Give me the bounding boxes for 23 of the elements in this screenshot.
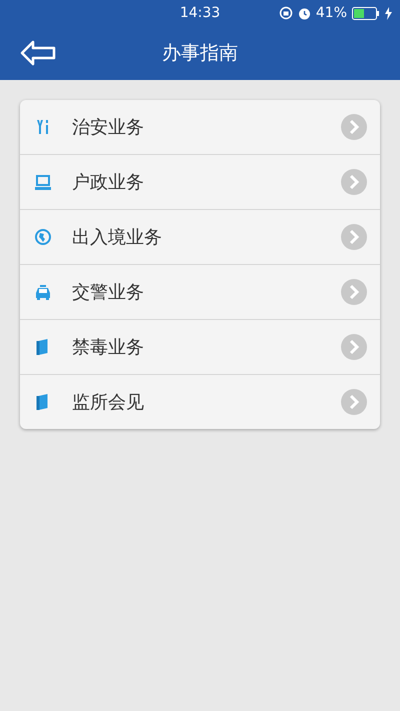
alarm-icon <box>298 6 311 20</box>
page-title: 办事指南 <box>162 41 238 66</box>
chevron-icon <box>340 113 368 141</box>
battery-percent: 41% <box>316 5 347 21</box>
car-icon <box>34 284 52 300</box>
chevron-icon <box>340 333 368 361</box>
clock-time: 14:33 <box>180 5 220 21</box>
menu-item[interactable]: 交警业务 <box>20 265 380 320</box>
menu-item[interactable]: 禁毒业务 <box>20 320 380 375</box>
chevron-icon <box>340 278 368 306</box>
rotation-lock-icon <box>278 6 293 20</box>
chevron-icon <box>340 388 368 416</box>
chevron-icon <box>340 168 368 196</box>
menu-item[interactable]: 治安业务 <box>20 100 380 155</box>
back-button[interactable] <box>20 40 56 66</box>
charging-icon <box>385 6 392 20</box>
menu-item[interactable]: 户政业务 <box>20 155 380 210</box>
menu-item[interactable]: 监所会见 <box>20 375 380 429</box>
chevron-icon <box>340 223 368 251</box>
menu-item[interactable]: 出入境业务 <box>20 210 380 265</box>
battery-icon <box>352 6 380 20</box>
globe-icon <box>34 229 52 245</box>
computer-icon <box>34 174 52 190</box>
